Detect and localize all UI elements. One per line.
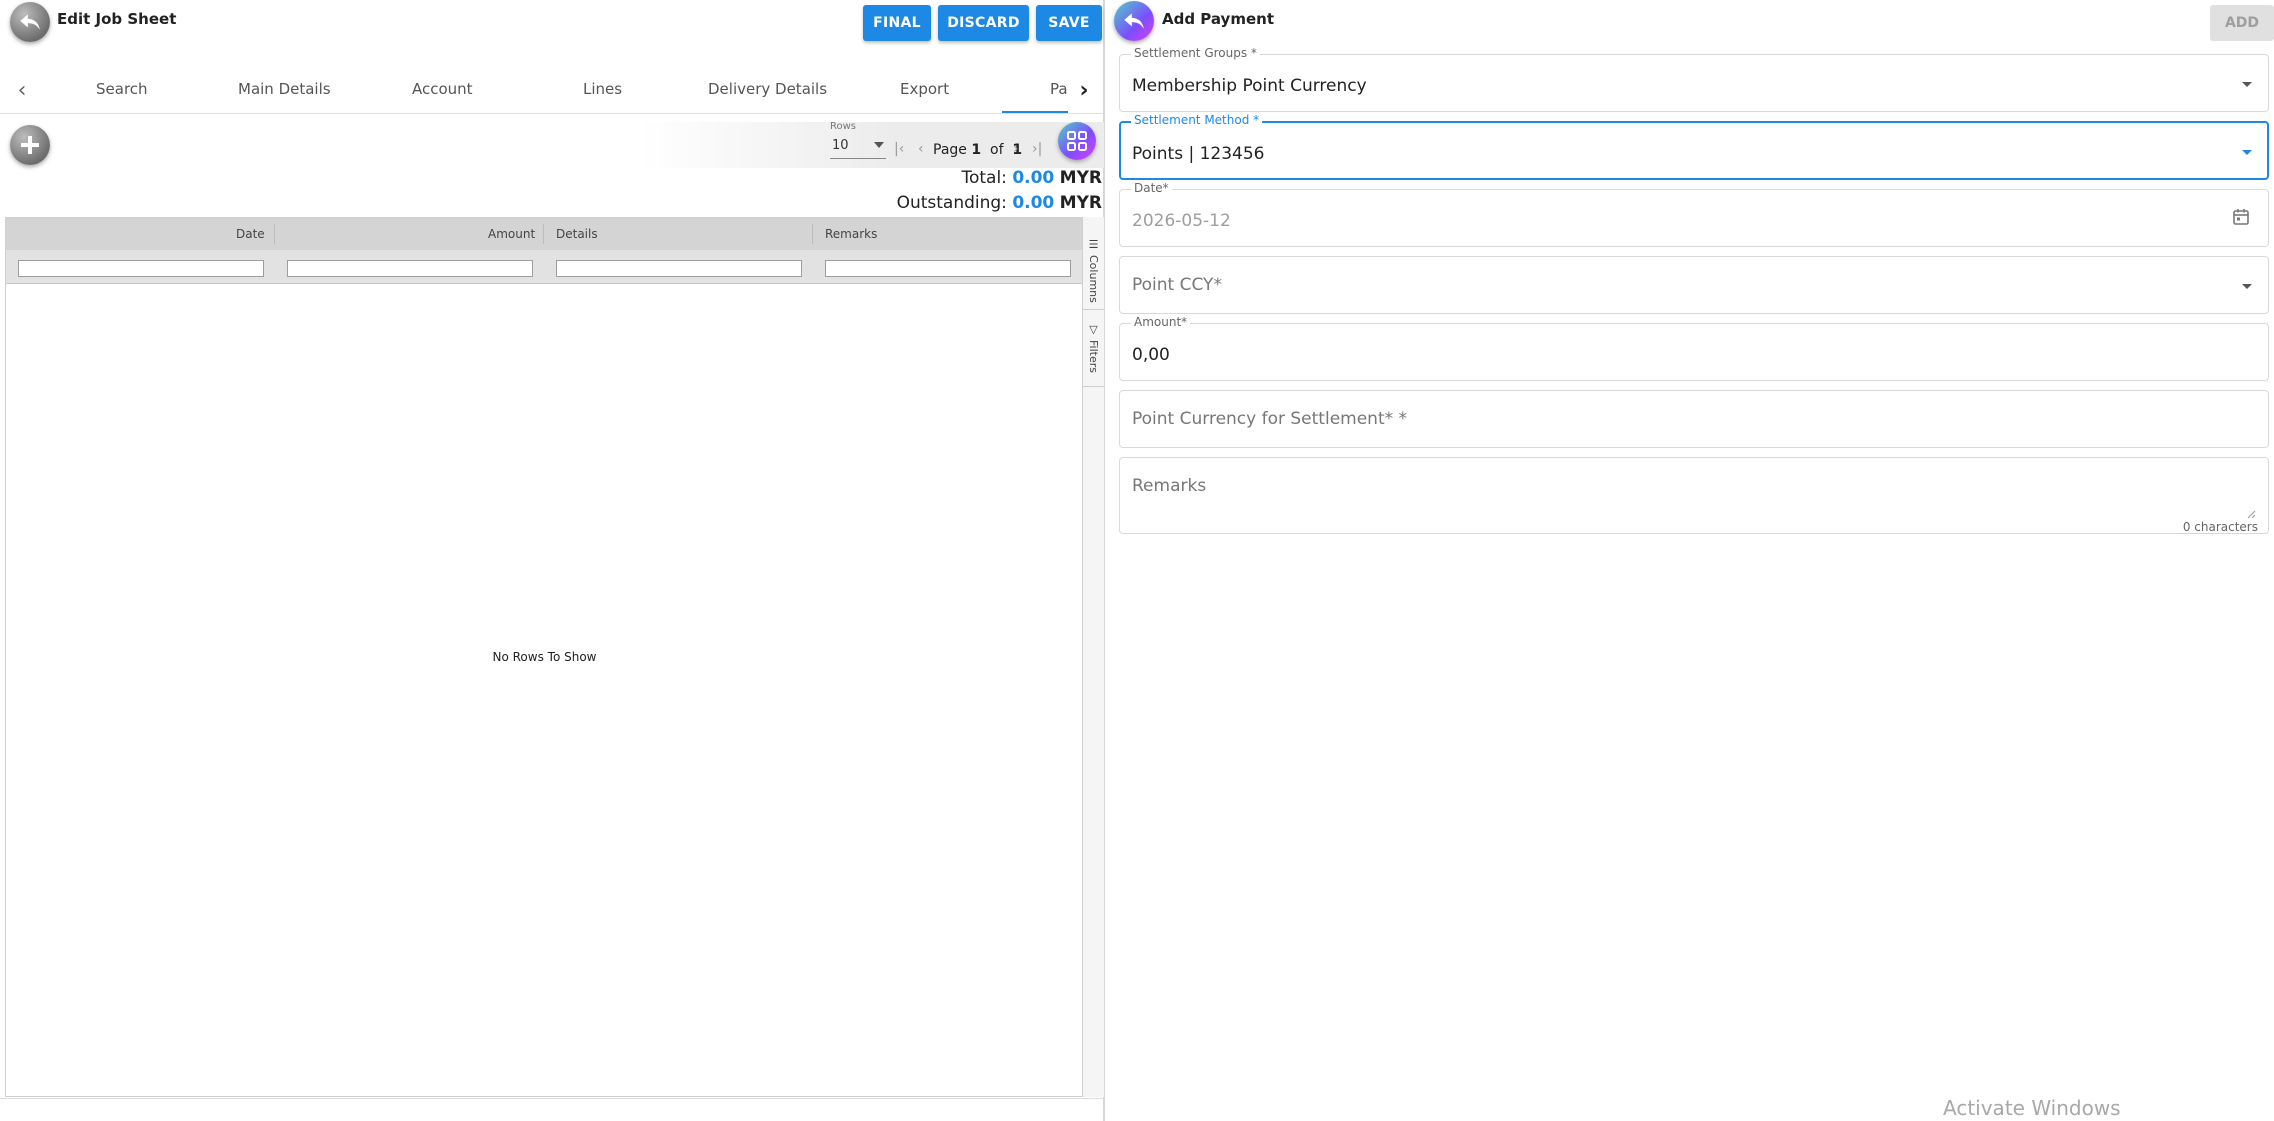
dropdown-caret-icon [2242, 82, 2252, 87]
column-resizer[interactable] [543, 224, 544, 244]
date-value: 2026-05-12 [1132, 211, 1231, 231]
settlement-groups-value: Membership Point Currency [1132, 76, 1367, 96]
active-tab-indicator [1002, 111, 1068, 113]
page-word: Page [933, 142, 967, 158]
tabs-scroll-left[interactable]: ‹ [8, 76, 36, 104]
outstanding-value: 0.00 [1012, 193, 1055, 213]
column-header-details[interactable]: Details [556, 227, 598, 241]
remarks-placeholder: Remarks [1132, 476, 1207, 496]
plus-icon [21, 136, 39, 154]
remarks-filter-input[interactable] [825, 260, 1071, 277]
point-currency-settlement-field[interactable]: Point Currency for Settlement* * [1119, 390, 2269, 448]
settlement-method-label: Settlement Method * [1131, 113, 1263, 127]
grid-side-bar: ☰ Columns ▽ Filters [1082, 217, 1104, 1097]
total-label: Total: [961, 168, 1007, 188]
outstanding-label: Outstanding: [896, 193, 1007, 213]
tab-delivery-details[interactable]: Delivery Details [708, 80, 827, 98]
settlement-groups-label: Settlement Groups * [1131, 46, 1260, 60]
divider [0, 1098, 1105, 1099]
page-indicator: Page 1 of 1 [933, 142, 1022, 158]
page-title: Edit Job Sheet [57, 10, 177, 28]
last-page-icon[interactable]: ›| [1032, 141, 1042, 157]
amount-value: 0,00 [1132, 345, 1170, 365]
job-sheet-header: Edit Job Sheet FINAL DISCARD SAVE [0, 0, 1105, 46]
point-currency-settlement-placeholder: Point Currency for Settlement* * [1132, 409, 1408, 429]
save-button[interactable]: SAVE [1036, 5, 1102, 41]
tab-bar: ‹ Search Main Details Account Lines Deli… [0, 68, 1103, 114]
add-row-button[interactable] [10, 125, 50, 165]
os-activation-watermark: Activate Windows [1943, 1096, 2121, 1120]
outstanding-currency: MYR [1059, 193, 1102, 213]
back-button[interactable] [1114, 1, 1154, 41]
resize-handle-icon[interactable] [2247, 510, 2256, 519]
tabs-scroll-right[interactable]: › [1070, 76, 1098, 104]
tab-search[interactable]: Search [96, 80, 148, 98]
filters-tab-label: Filters [1087, 339, 1100, 373]
details-filter-input[interactable] [556, 260, 802, 277]
filters-panel-tab[interactable]: ▽ Filters [1083, 317, 1104, 387]
grid-view-button[interactable] [1058, 122, 1096, 160]
filter-icon: ▽ [1087, 323, 1100, 336]
character-counter: 0 characters [2182, 520, 2258, 534]
payments-grid: Date Amount Details Remarks No Rows To S… [5, 217, 1084, 1097]
settlement-method-value: Points | 123456 [1132, 144, 1265, 164]
job-sheet-panel: Edit Job Sheet FINAL DISCARD SAVE ‹ Sear… [0, 0, 1105, 1121]
rows-per-page-value: 10 [832, 138, 849, 153]
next-page-icon[interactable]: › [1013, 141, 1019, 157]
empty-grid-message: No Rows To Show [492, 650, 597, 664]
columns-tab-label: Columns [1087, 254, 1100, 303]
dropdown-caret-icon [874, 142, 884, 148]
date-filter-input[interactable] [18, 260, 264, 277]
add-payment-button[interactable]: ADD [2210, 5, 2274, 41]
back-arrow-icon [1124, 13, 1144, 29]
amount-filter-input[interactable] [287, 260, 533, 277]
add-payment-panel: Add Payment ADD Settlement Groups * Memb… [1107, 0, 2274, 1121]
tab-export[interactable]: Export [900, 80, 949, 98]
remarks-textarea[interactable]: Remarks 0 characters [1119, 457, 2269, 534]
grid-filter-row [6, 250, 1083, 284]
grid-view-icon [1067, 131, 1087, 151]
chevron-right-icon: › [1079, 77, 1089, 103]
amount-field[interactable]: Amount* 0,00 [1119, 315, 2269, 381]
first-page-icon[interactable]: |‹ [894, 141, 904, 157]
rows-per-page-select[interactable]: 10 [830, 136, 886, 159]
panel-title: Add Payment [1162, 10, 1274, 28]
total-value: 0.00 [1012, 168, 1055, 188]
column-header-remarks[interactable]: Remarks [825, 227, 877, 241]
tab-lines[interactable]: Lines [583, 80, 622, 98]
grid-header: Date Amount Details Remarks [6, 218, 1083, 250]
column-header-amount[interactable]: Amount [488, 227, 535, 241]
settlement-method-select[interactable]: Settlement Method * Points | 123456 [1119, 113, 2269, 180]
discard-button[interactable]: DISCARD [938, 5, 1029, 41]
settlement-groups-select[interactable]: Settlement Groups * Membership Point Cur… [1119, 46, 2269, 112]
date-label: Date* [1131, 181, 1172, 195]
current-page: 1 [971, 142, 982, 158]
amount-label: Amount* [1131, 315, 1191, 329]
calendar-icon[interactable] [2232, 208, 2250, 226]
prev-page-icon[interactable]: ‹ [918, 141, 924, 157]
dropdown-caret-icon [2242, 284, 2252, 289]
tab-payments[interactable]: Pa [1050, 80, 1068, 98]
columns-icon: ☰ [1087, 238, 1100, 251]
point-ccy-select[interactable]: Point CCY* [1119, 256, 2269, 314]
rows-label: Rows [830, 121, 857, 132]
tab-account[interactable]: Account [412, 80, 473, 98]
column-header-date[interactable]: Date [236, 227, 265, 241]
back-button[interactable] [10, 2, 50, 42]
column-resizer[interactable] [812, 224, 813, 244]
column-resizer[interactable] [274, 224, 275, 244]
columns-panel-tab[interactable]: ☰ Columns [1083, 232, 1104, 310]
outstanding-summary: Outstanding: 0.00 MYR [897, 193, 1102, 213]
back-arrow-icon [20, 14, 40, 30]
dropdown-caret-icon [2242, 150, 2252, 155]
final-button[interactable]: FINAL [863, 5, 931, 41]
date-field[interactable]: Date* 2026-05-12 [1119, 181, 2269, 247]
total-currency: MYR [1059, 168, 1102, 188]
point-ccy-placeholder: Point CCY* [1132, 275, 1222, 295]
tab-main-details[interactable]: Main Details [238, 80, 331, 98]
of-word: of [990, 142, 1004, 158]
total-summary: Total: 0.00 MYR [961, 168, 1102, 188]
chevron-left-icon: ‹ [17, 77, 27, 103]
